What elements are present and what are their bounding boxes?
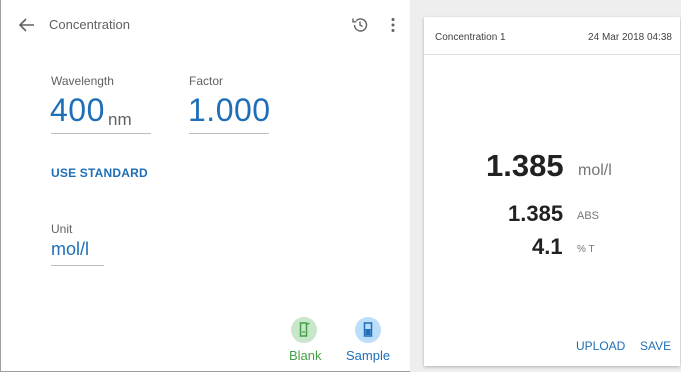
- blank-label[interactable]: Blank: [289, 348, 322, 363]
- result-title: Concentration 1: [435, 32, 506, 43]
- page-title: Concentration: [49, 17, 130, 32]
- top-app-bar: Concentration: [1, 0, 411, 52]
- concentration-result-value: 1.385: [486, 148, 564, 183]
- unit-label: Unit: [51, 222, 73, 236]
- result-card-header: Concentration 1 24 Mar 2018 04:38: [424, 17, 680, 55]
- factor-label: Factor: [189, 74, 224, 88]
- history-icon[interactable]: [348, 13, 372, 37]
- upload-button[interactable]: UPLOAD: [576, 339, 625, 353]
- wavelength-label: Wavelength: [51, 74, 114, 88]
- transmittance-unit: % T: [577, 244, 595, 255]
- factor-value[interactable]: 1.000: [188, 92, 271, 129]
- measurement-panel: Concentration Wavelength 400 nm Factor 1…: [0, 0, 410, 372]
- wavelength-underline: [51, 133, 151, 134]
- result-timestamp: 24 Mar 2018 04:38: [588, 32, 672, 43]
- use-standard-button[interactable]: USE STANDARD: [51, 166, 148, 180]
- sample-cuvette-icon: [362, 322, 374, 343]
- blank-cuvette-icon: [297, 322, 311, 343]
- absorbance-value: 1.385: [508, 201, 564, 226]
- arrow-back-icon[interactable]: [15, 13, 39, 37]
- absorbance-unit: ABS: [577, 210, 600, 222]
- wavelength-unit: nm: [108, 110, 132, 129]
- sample-button[interactable]: [355, 317, 381, 343]
- concentration-result-unit: mol/l: [578, 162, 612, 179]
- factor-underline: [189, 133, 269, 134]
- wavelength-value[interactable]: 400: [50, 92, 105, 129]
- more-vert-icon[interactable]: [381, 13, 405, 37]
- unit-select[interactable]: mol/l: [51, 239, 89, 260]
- sample-label[interactable]: Sample: [346, 348, 390, 363]
- transmittance-value: 4.1: [532, 234, 563, 259]
- result-card: Concentration 1 24 Mar 2018 04:38 1.385 …: [424, 17, 680, 366]
- save-button[interactable]: SAVE: [640, 339, 671, 353]
- unit-underline: [51, 265, 104, 266]
- blank-button[interactable]: [291, 317, 317, 343]
